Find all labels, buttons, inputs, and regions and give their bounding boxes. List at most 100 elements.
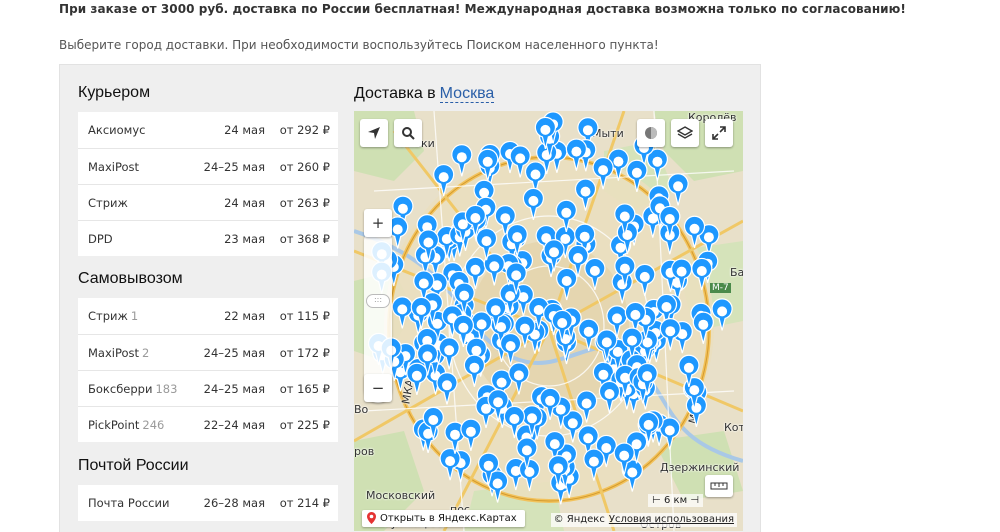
pickup-row[interactable]: Боксберри 183 24–25 мая от 165 ₽	[78, 370, 338, 406]
zoom-in-button[interactable]: +	[364, 209, 392, 237]
map-copyright: © Яндекс Условия использования	[550, 513, 737, 527]
pickup-point-marker[interactable]	[460, 418, 482, 451]
pickup-title: Самовывозом	[78, 270, 183, 287]
search-icon	[402, 127, 415, 140]
map-search-button[interactable]	[394, 119, 422, 147]
delivery-date: 22–24 мая	[203, 417, 265, 432]
terms-link[interactable]: Условия использования	[609, 514, 734, 525]
city-select-link[interactable]: Москва	[439, 85, 495, 103]
pickup-point-marker[interactable]	[711, 298, 733, 331]
layers-button[interactable]	[671, 119, 699, 147]
delivery-date: 24–25 мая	[203, 345, 265, 360]
delivery-price: от 260 ₽	[279, 159, 330, 174]
post-list: Почта России 26–28 мая от 214 ₽	[78, 485, 338, 521]
delivery-date: 26–28 мая	[203, 496, 265, 510]
service-name: Стриж 1	[88, 309, 139, 323]
pickup-count: 246	[142, 417, 165, 432]
traffic-button[interactable]	[637, 119, 665, 147]
delivery-price: от 225 ₽	[279, 417, 330, 432]
service-name: MaxiPost	[88, 159, 140, 174]
ruler-icon	[710, 482, 728, 490]
pickup-point-marker[interactable]	[592, 156, 614, 190]
pickup-row[interactable]: PickPoint 246 22–24 мая от 225 ₽	[78, 406, 338, 442]
service-name: Стриж	[88, 195, 128, 210]
delivery-date: 24 мая	[224, 195, 265, 210]
pickup-point-marker[interactable]	[500, 332, 522, 366]
map-title: Доставка в Москва	[354, 85, 495, 103]
pickup-point-marker[interactable]	[391, 296, 413, 329]
pickup-point-marker[interactable]	[522, 187, 544, 221]
delivery-panel: Курьером Аксиомус 24 мая от 292 ₽ MaxiPo…	[59, 64, 761, 532]
zoom-slider-handle[interactable]: :::	[366, 294, 390, 308]
pickup-point-marker[interactable]	[436, 372, 458, 405]
courier-row[interactable]: Аксиомус 24 мая от 292 ₽	[78, 112, 338, 148]
pickup-point-marker[interactable]	[667, 173, 689, 206]
delivery-price: от 214 ₽	[279, 496, 330, 510]
pickup-point-marker[interactable]	[439, 447, 461, 481]
courier-row[interactable]: MaxiPost 24–25 мая от 260 ₽	[78, 148, 338, 184]
pickup-count: 183	[155, 381, 178, 396]
fullscreen-button[interactable]	[705, 119, 733, 147]
delivery-date: 22 мая	[224, 309, 265, 323]
delivery-price: от 165 ₽	[279, 381, 330, 396]
courier-title: Курьером	[78, 84, 151, 101]
pickup-point-marker[interactable]	[555, 199, 577, 232]
delivery-date: 23 мая	[224, 231, 265, 246]
pickup-point-marker[interactable]	[683, 215, 706, 248]
pickup-row[interactable]: Стриж 1 22 мая от 115 ₽	[78, 298, 338, 334]
delivery-map[interactable]: Химки Мыти Королёв Румянцево Московский …	[354, 111, 743, 531]
pickup-count: 2	[142, 345, 150, 360]
service-name: MaxiPost 2	[88, 345, 150, 360]
city-hint: Выберите город доставки. При необходимос…	[59, 38, 659, 52]
pickup-point-marker[interactable]	[556, 267, 578, 301]
pickup-point-marker[interactable]	[626, 159, 648, 192]
traffic-icon	[645, 127, 657, 139]
promo-banner: При заказе от 3000 руб. доставка по Росс…	[59, 2, 906, 16]
service-name: Аксиомус	[88, 123, 146, 137]
pickup-list: Стриж 1 22 мая от 115 ₽ MaxiPost 2 24–25 м…	[78, 298, 338, 442]
pickup-point-marker[interactable]	[583, 448, 605, 481]
location-arrow-icon	[368, 127, 380, 139]
pickup-point-marker[interactable]	[598, 380, 621, 414]
pickup-point-marker[interactable]	[691, 257, 713, 291]
service-name: PickPoint 246	[88, 417, 165, 432]
pickup-point-marker[interactable]	[406, 362, 428, 395]
pickup-point-marker[interactable]	[634, 263, 656, 297]
delivery-price: от 263 ₽	[279, 195, 330, 210]
pickup-point-marker[interactable]	[565, 138, 587, 171]
pickup-point-marker[interactable]	[433, 163, 455, 197]
delivery-date: 24 мая	[224, 123, 265, 137]
delivery-price: от 172 ₽	[279, 345, 330, 360]
pickup-point-marker[interactable]	[508, 362, 530, 395]
delivery-price: от 292 ₽	[279, 123, 330, 137]
delivery-price: от 368 ₽	[279, 231, 330, 246]
courier-list: Аксиомус 24 мая от 292 ₽ MaxiPost 24–25 …	[78, 112, 338, 256]
pickup-point-marker[interactable]	[574, 178, 597, 211]
pickup-points-layer	[368, 111, 733, 505]
layers-icon	[677, 126, 693, 139]
post-title: Почтой России	[78, 457, 189, 474]
pickup-row[interactable]: MaxiPost 2 24–25 мая от 172 ₽	[78, 334, 338, 370]
courier-row[interactable]: Стриж 24 мая от 263 ₽	[78, 184, 338, 220]
pickup-point-marker[interactable]	[584, 257, 606, 291]
pickup-point-marker[interactable]	[463, 354, 485, 387]
map-pin-icon	[367, 512, 376, 524]
geolocation-button[interactable]	[360, 119, 388, 147]
pickup-point-marker[interactable]	[543, 239, 565, 272]
pickup-point-marker[interactable]	[438, 337, 460, 370]
open-in-yandex-maps-link[interactable]: Открыть в Яндекс.Картах	[362, 510, 525, 527]
post-row[interactable]: Почта России 26–28 мая от 214 ₽	[78, 485, 338, 521]
delivery-date: 24–25 мая	[203, 381, 265, 396]
zoom-out-button[interactable]: −	[364, 374, 392, 402]
courier-row[interactable]: DPD 23 мая от 368 ₽	[78, 220, 338, 256]
pickup-count: 1	[130, 309, 139, 323]
delivery-price: от 115 ₽	[279, 309, 330, 323]
ruler-button[interactable]	[705, 475, 733, 497]
pickup-point-marker[interactable]	[451, 144, 473, 177]
pickup-point-marker[interactable]	[692, 311, 714, 344]
service-name: Боксберри 183	[88, 381, 178, 396]
service-name: Почта России	[88, 496, 170, 510]
pickup-point-marker[interactable]	[477, 148, 499, 181]
expand-icon	[712, 126, 726, 140]
pickup-point-marker[interactable]	[518, 458, 541, 492]
